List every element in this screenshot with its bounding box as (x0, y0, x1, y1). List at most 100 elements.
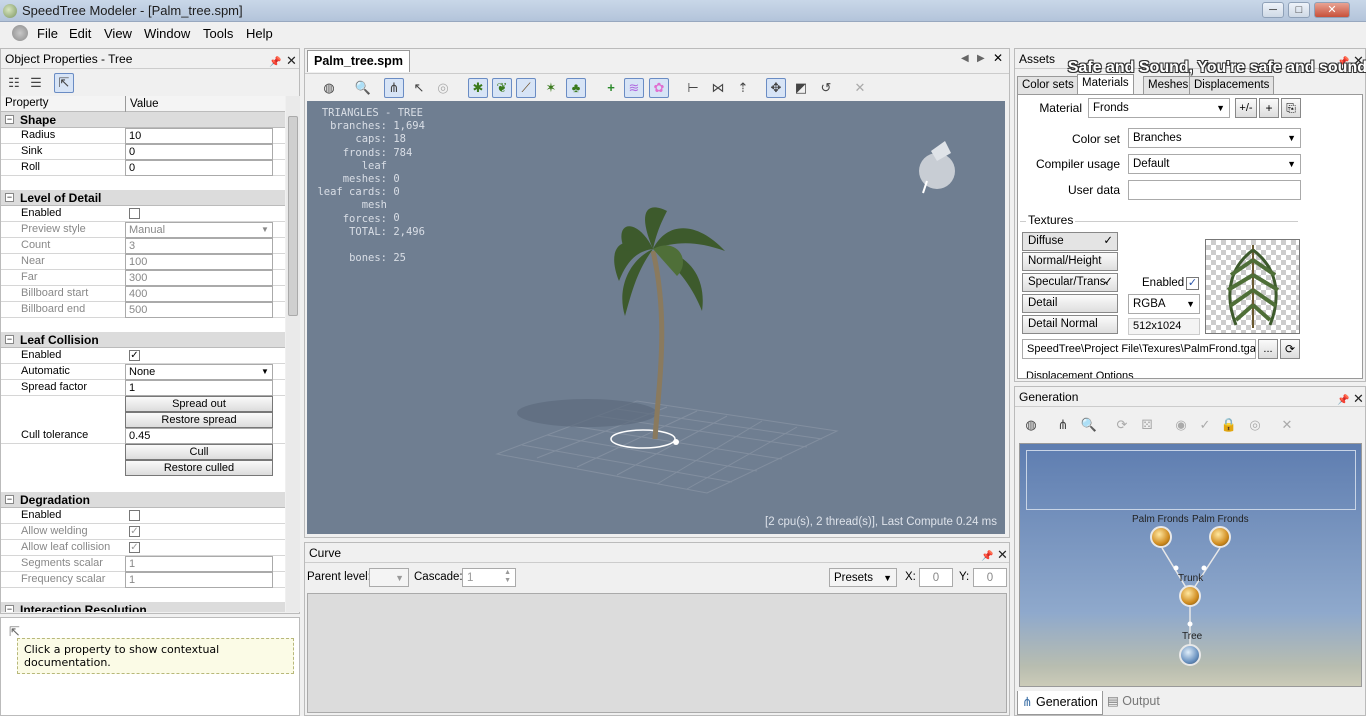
wind-icon[interactable]: ≋ (624, 78, 644, 98)
scrollbar[interactable] (286, 96, 300, 612)
enabled-checkbox[interactable]: ✓ (1186, 277, 1199, 290)
tab-prev-icon[interactable]: ◀ (961, 53, 969, 64)
tab-output[interactable]: ▤ Output (1107, 693, 1160, 708)
alphabetical-icon[interactable]: ☰ (26, 73, 46, 93)
menu-edit[interactable]: Edit (69, 26, 91, 41)
cull-button[interactable]: Cull (125, 444, 273, 460)
copy-icon[interactable]: ⎘ (1281, 98, 1301, 118)
frond-icon[interactable]: ❦ (492, 78, 512, 98)
restore-culled-button[interactable]: Restore culled (125, 460, 273, 476)
cascade-spinner[interactable]: 1 ▲ ▼ (462, 568, 516, 587)
detail-button[interactable]: Detail (1022, 294, 1118, 313)
add-icon[interactable]: + (601, 78, 621, 98)
menu-tools[interactable]: Tools (203, 26, 233, 41)
add-button[interactable]: + (1259, 98, 1279, 118)
user-data-input[interactable] (1128, 180, 1301, 200)
close-icon[interactable]: ✕ (1353, 389, 1364, 409)
palm-fronds-node[interactable] (1150, 526, 1172, 548)
x-value[interactable]: 0 (919, 568, 953, 587)
maximize-button[interactable]: □ (1288, 2, 1310, 18)
property-row[interactable]: Enabled (1, 508, 285, 524)
property-row[interactable]: Roll 0 (1, 160, 285, 176)
section-degradation[interactable]: − Degradation (1, 492, 285, 508)
material-dropdown[interactable]: Fronds ▼ (1088, 98, 1230, 118)
spread-out-button[interactable]: Spread out (125, 396, 273, 412)
check-icon[interactable]: ✓ (1195, 415, 1215, 435)
specular-trans-button[interactable]: Specular/Trans. ✓ (1022, 273, 1118, 292)
leaf-enabled-checkbox[interactable]: ✓ (129, 350, 140, 361)
degradation-enabled-checkbox[interactable] (129, 510, 140, 521)
palm-fronds-node[interactable] (1209, 526, 1231, 548)
parent-level-select[interactable]: ▼ (369, 568, 409, 587)
pin-icon[interactable]: 📌 (981, 547, 993, 567)
property-row[interactable]: Billboard end 500 (1, 302, 285, 318)
add-remove-button[interactable]: +/- (1235, 98, 1257, 118)
scrollbar-thumb[interactable] (288, 116, 298, 316)
zoom-icon[interactable]: 🔍 (353, 78, 373, 98)
eye-icon[interactable]: ◉ (1171, 415, 1191, 435)
property-row[interactable]: Allow leaf collision ✓ (1, 540, 285, 556)
app-menu-icon[interactable] (12, 25, 28, 41)
menu-window[interactable]: Window (144, 26, 190, 41)
node-tree-icon[interactable]: ⋔ (1053, 415, 1073, 435)
property-row[interactable]: Automatic None ▼ (1, 364, 285, 380)
select-node-icon[interactable]: ⋔ (384, 78, 404, 98)
prune-icon[interactable]: ⊢ (683, 78, 703, 98)
property-row[interactable]: Sink 0 (1, 144, 285, 160)
pin-icon[interactable]: 📌 (269, 53, 281, 73)
lod-enabled-checkbox[interactable] (129, 208, 140, 219)
tree-root-node[interactable] (1179, 644, 1201, 666)
close-button[interactable]: ✕ (1314, 2, 1350, 18)
restore-spread-button[interactable]: Restore spread (125, 412, 273, 428)
detail-normal-button[interactable]: Detail Normal (1022, 315, 1118, 334)
tab-materials[interactable]: Materials (1077, 74, 1134, 94)
section-next[interactable]: − Interaction Resolution (1, 602, 285, 612)
tree-icon[interactable]: ♣ (566, 78, 586, 98)
close-icon[interactable]: ✕ (286, 51, 297, 71)
property-row[interactable]: Far 300 (1, 270, 285, 286)
texture-preview[interactable] (1205, 239, 1300, 334)
help-cursor-icon[interactable]: ⇱ (54, 73, 74, 93)
randomize-icon[interactable]: ⚄ (1137, 415, 1157, 435)
property-row[interactable]: Allow welding ✓ (1, 524, 285, 540)
sphere-icon[interactable]: ◍ (1021, 415, 1041, 435)
property-row[interactable]: Enabled ✓ (1, 348, 285, 364)
section-level-of-detail[interactable]: − Level of Detail (1, 190, 285, 206)
branch-icon[interactable]: ⟋ (516, 78, 536, 98)
section-leaf-collision[interactable]: − Leaf Collision (1, 332, 285, 348)
generation-graph[interactable]: Palm Fronds Palm Fronds Trunk Tree (1019, 443, 1362, 687)
property-row[interactable]: Count 3 (1, 238, 285, 254)
color-set-dropdown[interactable]: Branches ▼ (1128, 128, 1301, 148)
curve-canvas[interactable] (307, 593, 1007, 713)
zoom-icon[interactable]: 🔍 (1079, 415, 1099, 435)
texture-path[interactable]: SpeedTree\Project File\Texures\PalmFrond… (1022, 339, 1256, 359)
menu-file[interactable]: File (37, 26, 58, 41)
camera-icon[interactable]: ◎ (433, 78, 453, 98)
property-row[interactable]: Segments scalar 1 (1, 556, 285, 572)
property-row[interactable]: Frequency scalar 1 (1, 572, 285, 588)
pin-icon[interactable]: 📌 (1337, 391, 1349, 411)
grow-icon[interactable]: ⇡ (733, 78, 753, 98)
delete-icon[interactable]: ✕ (1277, 415, 1297, 435)
pointer-icon[interactable]: ↖ (409, 78, 429, 98)
menu-view[interactable]: View (104, 26, 132, 41)
move-icon[interactable]: ✥ (766, 78, 786, 98)
spray-icon[interactable]: ✶ (541, 78, 561, 98)
format-dropdown[interactable]: RGBA ▼ (1128, 294, 1200, 314)
diffuse-button[interactable]: Diffuse ✓ (1022, 232, 1118, 251)
rotate-icon[interactable]: ↺ (816, 78, 836, 98)
property-row[interactable]: Cull tolerance 0.45 (1, 428, 285, 444)
tab-generation[interactable]: ⋔ Generation (1017, 691, 1103, 715)
y-value[interactable]: 0 (973, 568, 1007, 587)
camera-icon[interactable]: ◎ (1245, 415, 1265, 435)
close-icon[interactable]: ✕ (997, 545, 1008, 565)
leaf-icon[interactable]: ✱ (468, 78, 488, 98)
lock-icon[interactable]: 🔒 (1219, 415, 1239, 435)
presets-dropdown[interactable]: Presets ▼ (829, 568, 897, 587)
tab-displacements[interactable]: Displacements (1189, 76, 1275, 94)
property-row[interactable]: Radius 10 (1, 128, 285, 144)
menu-help[interactable]: Help (246, 26, 273, 41)
3d-viewport[interactable]: TRIANGLES - TREE branches: 1,694 caps: 1… (307, 101, 1005, 534)
property-row[interactable]: Spread factor 1 (1, 380, 285, 396)
tab-next-icon[interactable]: ▶ (977, 53, 985, 64)
